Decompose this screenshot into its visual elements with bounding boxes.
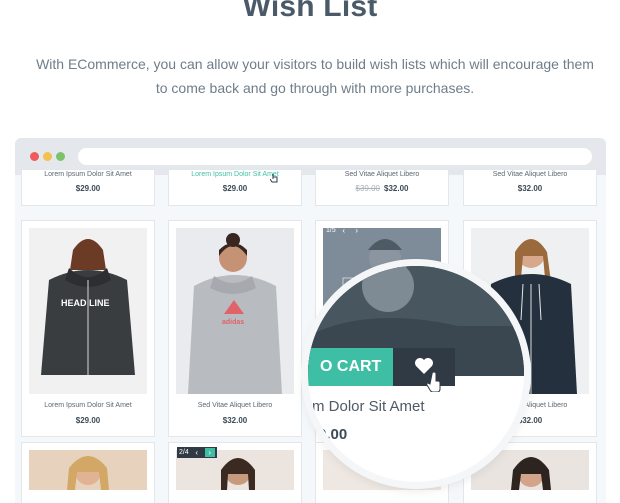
product-name[interactable]: Sed Vitae Aliquet Libero bbox=[316, 171, 448, 178]
product-image[interactable]: HEAD LINE bbox=[29, 228, 147, 394]
product-image[interactable] bbox=[29, 450, 147, 490]
image-pager: 2/4 ‹ › bbox=[177, 447, 217, 458]
section-description: With ECommerce, you can allow your visit… bbox=[10, 52, 620, 100]
chevron-right-icon[interactable]: › bbox=[352, 226, 362, 235]
product-card[interactable]: Lorem Ipsum Dolor Sit Amet $29.00 bbox=[168, 169, 302, 206]
product-image[interactable] bbox=[471, 450, 589, 490]
hoodie-grey-illustration: adidas bbox=[188, 233, 282, 394]
product-price: $29.00 bbox=[222, 184, 248, 193]
magnifier-lens: O CART m Dolor Sit Amet 9.00 bbox=[308, 266, 524, 482]
product-image[interactable]: adidas bbox=[176, 228, 294, 394]
product-price: $32.00 bbox=[517, 184, 543, 193]
chevron-right-icon[interactable]: › bbox=[204, 448, 215, 457]
section-title: Wish List bbox=[242, 0, 378, 23]
hoodie-dark-illustration: HEAD LINE bbox=[41, 239, 135, 375]
product-name[interactable]: Lorem Ipsum Dolor Sit Amet bbox=[169, 171, 301, 178]
product-price: $32.00 bbox=[222, 416, 248, 425]
image-pager: 1/5 ‹ › bbox=[324, 225, 364, 236]
image-counter: 2/4 bbox=[179, 449, 189, 456]
chevron-left-icon[interactable]: ‹ bbox=[192, 448, 202, 457]
add-to-cart-button[interactable]: O CART bbox=[308, 348, 405, 386]
maximize-dot-icon bbox=[56, 152, 65, 161]
product-card[interactable]: 2/4 ‹ › bbox=[168, 442, 302, 503]
address-bar[interactable] bbox=[78, 148, 592, 165]
minimize-dot-icon bbox=[43, 152, 52, 161]
print-text: adidas bbox=[222, 319, 244, 326]
chevron-left-icon[interactable]: ‹ bbox=[339, 226, 349, 235]
product-name[interactable]: Sed Vitae Aliquet Libero bbox=[464, 171, 596, 178]
zoomed-product-price: 9.00 bbox=[318, 426, 348, 443]
zoomed-product-name: m Dolor Sit Amet bbox=[312, 398, 425, 415]
product-card[interactable]: adidas Sed Vitae Aliquet Libero $32.00 bbox=[168, 220, 302, 437]
product-card[interactable]: Lorem Ipsum Dolor Sit Amet $29.00 bbox=[21, 169, 155, 206]
model-illustration bbox=[67, 456, 109, 490]
product-name[interactable]: Lorem Ipsum Dolor Sit Amet bbox=[22, 402, 154, 409]
print-text: HEAD LINE bbox=[61, 298, 110, 308]
product-name[interactable]: Sed Vitae Aliquet Libero bbox=[169, 402, 301, 409]
product-price: $32.00 bbox=[384, 184, 409, 193]
product-name[interactable]: Lorem Ipsum Dolor Sit Amet bbox=[22, 171, 154, 178]
description-line-2: to come back and go through with more pu… bbox=[155, 80, 475, 96]
product-price-row: $39.00 $32.00 bbox=[316, 184, 448, 193]
hand-cursor-icon bbox=[270, 174, 278, 183]
product-price: $29.00 bbox=[75, 184, 101, 193]
product-card[interactable]: Sed Vitae Aliquet Libero $32.00 bbox=[463, 169, 597, 206]
old-price: $39.00 bbox=[355, 184, 380, 193]
product-card[interactable]: Sed Vitae Aliquet Libero $39.00 $32.00 bbox=[315, 169, 449, 206]
add-to-wishlist-button[interactable] bbox=[393, 348, 455, 392]
product-card[interactable] bbox=[21, 442, 155, 503]
product-price: $29.00 bbox=[75, 416, 101, 425]
close-dot-icon bbox=[30, 152, 39, 161]
description-line-1: With ECommerce, you can allow your visit… bbox=[36, 56, 594, 72]
product-card[interactable]: HEAD LINE Lorem Ipsum Dolor Sit Amet $29… bbox=[21, 220, 155, 437]
image-counter: 1/5 bbox=[326, 227, 336, 234]
hand-cursor-icon bbox=[427, 372, 441, 392]
model-illustration bbox=[511, 457, 551, 490]
